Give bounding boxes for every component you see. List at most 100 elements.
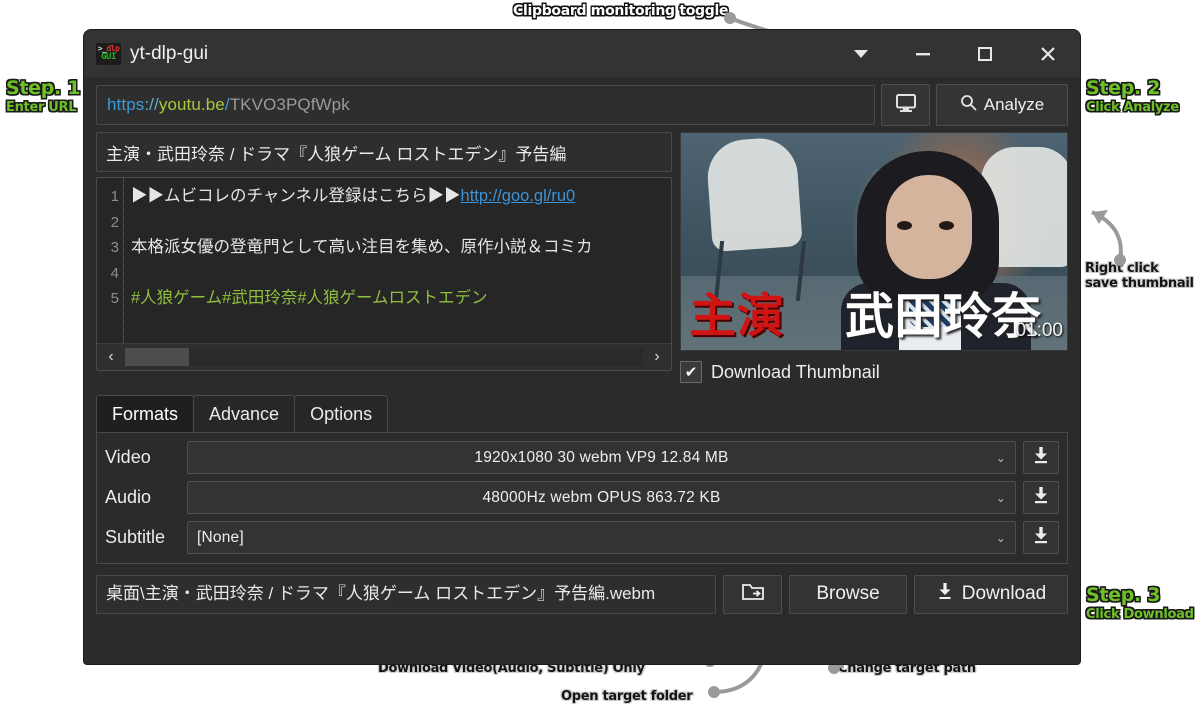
- tab-options[interactable]: Options: [294, 395, 389, 432]
- audio-label: Audio: [105, 487, 152, 507]
- description-line: #人狼ゲーム#武田玲奈#人狼ゲームロストエデン: [131, 286, 671, 312]
- app-window: >_dlp GUI yt-dlp-gui https://youtu.be / TK…: [84, 30, 1080, 664]
- annotation-step-1: Step. 1 Enter URL: [6, 77, 81, 116]
- video-format-select[interactable]: 1920x1080 30 webm VP9 12.84 MB ⌄: [187, 441, 1016, 474]
- target-path-input[interactable]: 桌面\主演・武田玲奈 / ドラマ『人狼ゲーム ロストエデン』予告編.webm: [96, 575, 716, 614]
- download-thumbnail-row[interactable]: ✔ Download Thumbnail: [680, 361, 1068, 383]
- video-download-button[interactable]: [1023, 441, 1059, 474]
- download-thumbnail-label: Download Thumbnail: [711, 361, 880, 382]
- video-title-field[interactable]: 主演・武田玲奈 / ドラマ『人狼ゲーム ロストエデン』予告編: [96, 132, 672, 172]
- close-icon[interactable]: [1016, 30, 1080, 77]
- annotation-download-only: Download Video(Audio, Subtitle) Only: [378, 661, 645, 676]
- chevron-down-icon[interactable]: ⌄: [996, 491, 1006, 505]
- subtitle-format-value: [None]: [197, 528, 244, 546]
- audio-download-button[interactable]: [1023, 481, 1059, 514]
- annotation-step-1-title: Step. 1: [6, 77, 81, 99]
- open-target-folder-button[interactable]: [723, 575, 782, 614]
- video-thumbnail[interactable]: 主演 武田玲奈 01:00: [680, 132, 1068, 351]
- window-title: yt-dlp-gui: [130, 42, 209, 64]
- arrow-right-click-thumbnail: [1091, 210, 1126, 266]
- description-box[interactable]: 1 2 3 4 5 ▶▶ムビコレのチャンネル登録はこちら▶▶http://goo…: [96, 177, 672, 371]
- formats-panel: Video 1920x1080 30 webm VP9 12.84 MB ⌄ A…: [96, 432, 1068, 564]
- url-scheme: https: [107, 95, 145, 114]
- audio-format-value: 48000Hz webm OPUS 863.72 KB: [482, 488, 721, 506]
- annotation-step-3-sub: Click Download: [1086, 607, 1194, 623]
- clipboard-monitor-toggle-button[interactable]: [881, 84, 930, 126]
- url-separator: ://: [144, 95, 159, 114]
- tab-formats[interactable]: Formats: [96, 395, 195, 432]
- annotation-step-1-sub: Enter URL: [6, 100, 77, 116]
- annotation-right-click-line1: Right click: [1085, 261, 1159, 276]
- line-number: 5: [110, 290, 119, 307]
- annotation-step-3-title: Step. 3: [1086, 584, 1161, 606]
- metadata-column: 主演・武田玲奈 / ドラマ『人狼ゲーム ロストエデン』予告編 1 2 3 4 5…: [96, 132, 672, 383]
- line-number: 2: [110, 213, 119, 231]
- format-row-subtitle: Subtitle [None] ⌄: [105, 521, 1059, 554]
- description-line-text: ▶▶ムビコレのチャンネル登録はこちら▶▶: [131, 187, 461, 205]
- thumbnail-overlay-red-text: 主演: [689, 289, 785, 344]
- scroll-right-arrow-icon[interactable]: ›: [643, 348, 671, 366]
- download-icon: [1032, 526, 1050, 549]
- ytdlp-gui-icon: >_dlp GUI: [96, 42, 121, 65]
- thumbnail-chair-left: [705, 135, 803, 253]
- folder-open-icon: [741, 582, 764, 606]
- download-icon: [1032, 486, 1050, 509]
- download-button-label: Download: [961, 583, 1047, 605]
- tab-advance[interactable]: Advance: [193, 395, 296, 432]
- chevron-down-icon[interactable]: ⌄: [996, 531, 1006, 545]
- line-number: 4: [110, 264, 119, 282]
- thumbnail-subject-eye-left: [897, 221, 912, 230]
- app-icon-bottom-text: GUI: [101, 52, 116, 62]
- description-inner: 1 2 3 4 5 ▶▶ムビコレのチャンネル登録はこちら▶▶http://goo…: [97, 178, 671, 343]
- subtitle-format-select[interactable]: [None] ⌄: [187, 521, 1016, 554]
- annotation-step-2: Step. 2 Click Analyze: [1086, 77, 1179, 116]
- video-label: Video: [105, 447, 151, 467]
- description-line-link[interactable]: http://goo.gl/ru0: [461, 187, 576, 205]
- description-line-text: 本格派女優の登竜門として高い注目を集め、原作小説＆コミカ: [131, 238, 593, 256]
- scroll-left-arrow-icon[interactable]: ‹: [97, 348, 125, 366]
- window-controls: [830, 30, 1080, 77]
- annotation-right-click-thumbnail: Right click save thumbnail: [1085, 261, 1194, 291]
- url-input[interactable]: https://youtu.be / TKVO3PQfWpk: [96, 85, 875, 125]
- annotation-step-2-sub: Click Analyze: [1086, 100, 1179, 116]
- audio-format-select[interactable]: 48000Hz webm OPUS 863.72 KB ⌄: [187, 481, 1016, 514]
- annotation-step-3: Step. 3 Click Download: [1086, 584, 1194, 623]
- scrollbar-track[interactable]: [125, 348, 643, 366]
- analyze-button-label: Analyze: [983, 95, 1045, 114]
- url-path: TKVO3PQfWpk: [229, 95, 350, 114]
- download-thumbnail-checkbox[interactable]: ✔: [680, 361, 702, 383]
- description-line: ▶▶ムビコレのチャンネル登録はこちら▶▶http://goo.gl/ru0: [131, 184, 671, 210]
- thumbnail-overlay-white-text: 武田玲奈: [845, 288, 1042, 345]
- titlebar[interactable]: >_dlp GUI yt-dlp-gui: [84, 30, 1080, 77]
- thumbnail-subject-eye-right: [939, 221, 954, 230]
- annotation-open-target-folder: Open target folder: [561, 689, 693, 704]
- annotation-change-target-path: Change target path: [838, 661, 976, 676]
- tab-bar: Formats Advance Options: [96, 395, 1080, 432]
- annotation-right-click-line2: save thumbnail: [1085, 275, 1194, 291]
- description-line: [131, 210, 671, 236]
- thumbnail-duration-badge: 01:00: [1015, 320, 1063, 341]
- line-number: 3: [110, 239, 119, 256]
- format-row-video: Video 1920x1080 30 webm VP9 12.84 MB ⌄: [105, 441, 1059, 474]
- browse-button[interactable]: Browse: [789, 575, 907, 614]
- search-icon: [960, 94, 977, 116]
- url-row: https://youtu.be / TKVO3PQfWpk Analyze: [84, 84, 1080, 126]
- analyze-button[interactable]: Analyze: [936, 84, 1068, 126]
- middle-region: 主演・武田玲奈 / ドラマ『人狼ゲーム ロストエデン』予告編 1 2 3 4 5…: [84, 132, 1080, 383]
- download-icon: [1032, 446, 1050, 469]
- annotation-clipboard-toggle: Clipboard monitoring toggle: [513, 3, 729, 19]
- download-button[interactable]: Download: [914, 575, 1068, 614]
- description-line-tags: #人狼ゲーム#武田玲奈#人狼ゲームロストエデン: [131, 289, 488, 307]
- chevron-down-icon[interactable]: ⌄: [996, 451, 1006, 465]
- scrollbar-thumb[interactable]: [125, 348, 189, 366]
- description-horizontal-scrollbar[interactable]: ‹ ›: [97, 343, 671, 370]
- video-format-value: 1920x1080 30 webm VP9 12.84 MB: [474, 448, 729, 466]
- monitor-icon: [895, 93, 917, 118]
- chevron-down-icon[interactable]: [830, 30, 892, 77]
- annotation-step-2-title: Step. 2: [1086, 77, 1161, 99]
- maximize-icon[interactable]: [954, 30, 1016, 77]
- description-text: ▶▶ムビコレのチャンネル登録はこちら▶▶http://goo.gl/ru0 本格…: [124, 178, 671, 343]
- minimize-icon[interactable]: [892, 30, 954, 77]
- thumbnail-column: 主演 武田玲奈 01:00 ✔ Download Thumbnail: [680, 132, 1068, 383]
- subtitle-download-button[interactable]: [1023, 521, 1059, 554]
